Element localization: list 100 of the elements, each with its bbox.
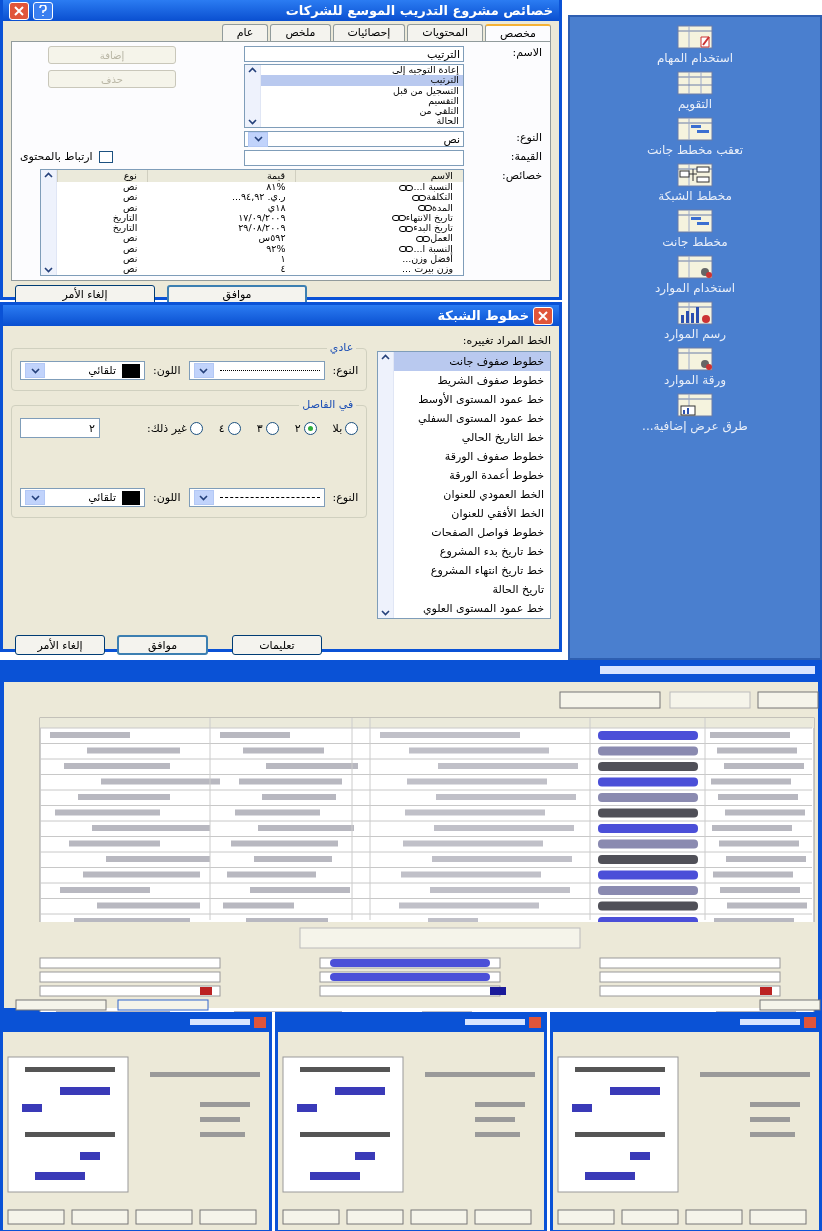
table-people-icon [677,347,713,371]
table-cell-text: ١٨ي [267,202,287,213]
number-field[interactable]: ٢ [20,418,100,438]
radio-button[interactable] [345,421,359,435]
cancel-button[interactable]: إلغاء الأمر [15,284,155,305]
table-cell: النسبة ا... [295,182,463,193]
scrollbar[interactable] [41,170,57,275]
view-button[interactable]: مخطط الشبكة [640,163,750,203]
list-item[interactable]: خط عمود المستوى العلوي [394,599,550,618]
view-button[interactable]: التقويم [640,71,750,111]
list-item[interactable]: التسجيل من قبل [261,85,463,96]
list-item[interactable]: خطوط صفوف الورقة [394,447,550,466]
list-item[interactable]: التقسيم [261,95,463,107]
view-button[interactable]: تعقب مخطط جانت [640,117,750,157]
scrollbar[interactable] [245,65,261,127]
color-dropdown[interactable]: تلقائي [20,488,145,507]
scrollbar[interactable] [378,352,395,618]
table-cell-text: ٢٩/٠٨/٢٠٠٩ [237,223,287,234]
radio-button[interactable] [303,421,317,435]
chevron-up-icon [381,354,391,360]
list-item[interactable]: خط عمود المستوى السفلي [394,409,550,428]
table-cell: نص [57,182,148,193]
chevron-down-icon [30,367,40,374]
list-item[interactable]: الخط الأفقي للعنوان [394,504,550,523]
chain-link-icon [412,194,427,201]
list-item[interactable]: إعادة التوجيه إلى [261,65,463,76]
list-item[interactable]: خطوط فواصل الصفحات [394,523,550,542]
line-style-dropdown[interactable] [188,361,325,380]
color-label: اللون: [153,491,181,504]
list-item[interactable]: تاريخ الحالة [394,580,550,599]
column-header[interactable]: نوع [57,170,148,182]
help-button[interactable]: تعليمات [231,635,322,655]
chevron-down-icon [199,367,209,374]
table-cell-text: التاريخ [111,223,139,234]
radio-button[interactable] [265,421,279,435]
tab[interactable]: المحتويات [407,24,483,41]
list-item[interactable]: التلقي من [261,106,463,117]
view-button[interactable]: استخدام المهام [640,25,750,65]
list-item[interactable]: خطوط صفوف الشريط [394,371,550,390]
line-style-dropdown[interactable] [188,488,325,507]
radio-button[interactable] [227,421,241,435]
list-item[interactable]: خط تاريخ بدء المشروع [394,542,550,561]
name-list[interactable]: إعادة التوجيه إلى الترتيب التسجيل من قبل التقسيم التلقي من الحالة [244,64,464,128]
chevron-up-icon [248,67,257,73]
chevron-down-icon [30,494,40,501]
chain-link-icon [399,246,414,253]
radio-button[interactable] [189,421,203,435]
table-people-icon [677,255,713,279]
tab[interactable]: عام [221,24,269,41]
table-cell: المدة [295,202,463,213]
list-item[interactable]: خط عمود المستوى الأوسط [394,390,550,409]
table-cell-text: ١ [279,254,287,265]
close-button[interactable] [9,1,29,20]
help-button[interactable] [33,1,53,20]
ok-button[interactable]: موافق [167,284,307,305]
table-cell-text: نص [122,192,139,203]
gantt-chart-icon [677,117,713,141]
tab[interactable]: ملخص [270,24,331,41]
type-label: النوع: [332,364,359,377]
list-item[interactable]: خط التاريخ الحالي [394,428,550,447]
group-title: عادي [326,341,357,354]
chain-link-icon [399,225,414,232]
tab[interactable]: مخصص [485,24,551,41]
list-item[interactable]: خطوط صفوف جانت [394,352,550,371]
table-cell: التكلفة [295,192,463,203]
color-dropdown[interactable]: تلقائي [20,361,145,380]
value-field[interactable] [244,150,464,166]
window-title: خطوط الشبكة [437,308,529,323]
cancel-button[interactable]: إلغاء الأمر [15,635,106,655]
close-icon [538,310,548,321]
view-button[interactable]: طرق عرض إضافية... [640,393,750,433]
line-list[interactable] [377,351,551,619]
column-header[interactable]: قيمة [147,170,296,182]
table-cell: العمل [295,233,463,244]
chevron-down-icon [44,266,53,273]
view-button[interactable]: استخدام الموارد [640,255,750,295]
list-item[interactable]: الحالة [261,116,463,127]
ok-button[interactable]: موافق [117,635,208,655]
list-item[interactable]: الخط العمودي للعنوان [394,485,550,504]
checkbox[interactable] [98,150,113,163]
view-button[interactable]: ورقة الموارد [640,347,750,387]
close-button[interactable] [533,306,553,325]
view-button[interactable]: مخطط جانت [640,209,750,249]
tab[interactable]: إحصائيات [332,24,406,41]
view-button[interactable]: رسم الموارد [640,301,750,341]
table-cell-text: وزن بيرت ... [401,264,454,275]
chevron-down-icon [253,136,263,142]
table-pencil-icon [677,25,713,49]
name-field[interactable]: الترتيب [244,46,464,62]
type-dropdown[interactable]: نص [244,131,464,147]
list-item[interactable]: خط تاريخ انتهاء المشروع [394,561,550,580]
table-cell: تاريخ الانتهاء [295,212,463,224]
table-cell-text: نص [123,202,139,213]
chain-link-icon [416,236,431,242]
window-title: خصائص مشروع التدريب الموسع للشركات [285,3,553,18]
column-header[interactable]: الاسم [295,170,463,182]
properties-label: خصائص: [501,169,542,182]
list-item[interactable]: الترتيب [261,75,463,86]
list-item[interactable]: خطوط أعمدة الورقة [394,466,550,485]
question-mark-icon [39,5,47,16]
